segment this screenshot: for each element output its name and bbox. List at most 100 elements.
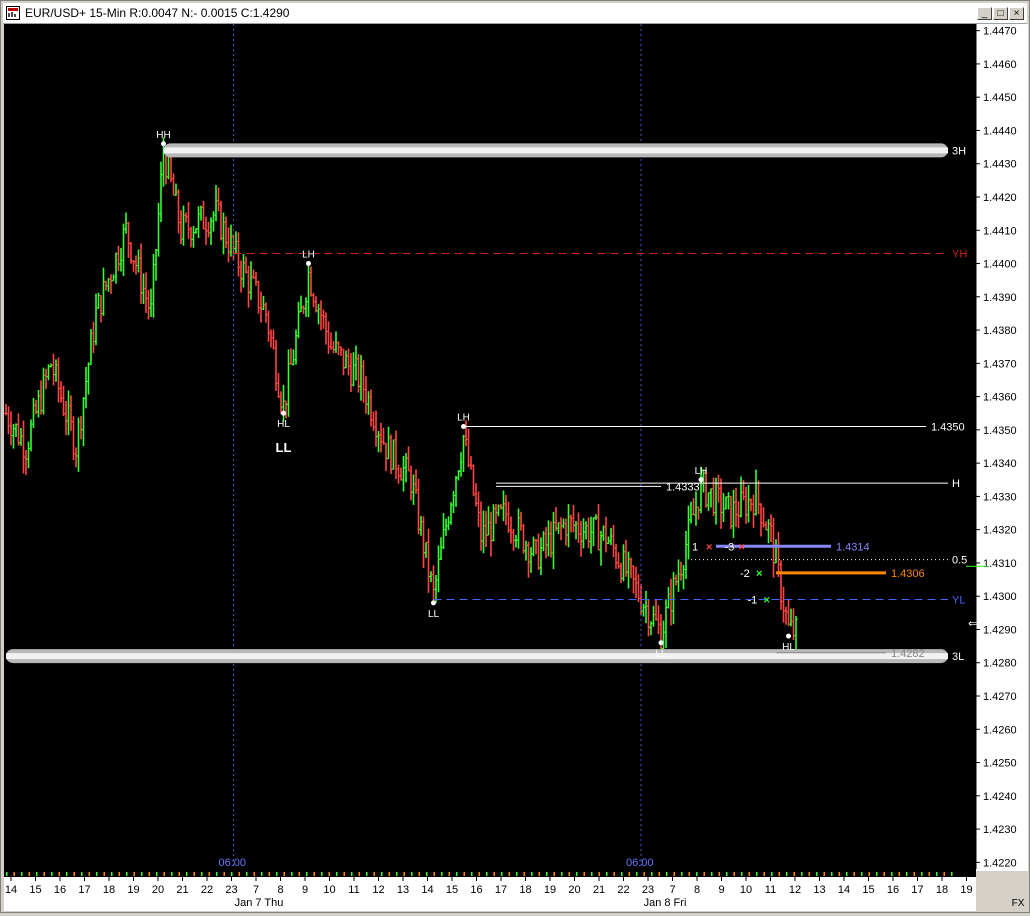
x-tick-label: 9 xyxy=(718,884,724,896)
x-tick-label: 23 xyxy=(642,884,654,896)
swing-label: LL xyxy=(428,609,440,620)
price-chart[interactable]: 1.4470 1.4460 1.4450 1.4440 1.4430 1.4420 1.44… xyxy=(4,24,1028,911)
x-tick-label: 10 xyxy=(740,884,752,896)
volume-tick xyxy=(403,872,405,876)
x-tick-label: 7 xyxy=(253,884,259,896)
volume-tick xyxy=(786,872,788,876)
trade-mark: -2 xyxy=(740,568,750,580)
volume-tick xyxy=(373,872,375,876)
volume-tick xyxy=(643,872,645,876)
x-tick-label: 9 xyxy=(302,884,308,896)
y-tick-label: 1.4470 xyxy=(983,26,1017,38)
x-tick-label: 17 xyxy=(911,884,923,896)
volume-tick xyxy=(81,872,83,876)
x-tick-label: 16 xyxy=(470,884,482,896)
volume-tick xyxy=(141,872,143,876)
y-tick-label: 1.4450 xyxy=(983,92,1017,104)
volume-tick xyxy=(771,872,773,876)
volume-tick xyxy=(583,872,585,876)
volume-tick xyxy=(231,872,233,876)
level-label: 3H xyxy=(952,145,966,157)
volume-tick xyxy=(831,872,833,876)
trade-mark: -3 xyxy=(725,541,735,553)
x-tick-label: 11 xyxy=(765,884,776,896)
volume-tick xyxy=(268,872,270,876)
volume-tick xyxy=(651,872,653,876)
volume-tick xyxy=(673,872,675,876)
volume-tick xyxy=(666,872,668,876)
x-tick-label: 20 xyxy=(568,884,580,896)
volume-tick xyxy=(448,872,450,876)
x-tick-label: 14 xyxy=(838,884,850,896)
x-tick-label: 23 xyxy=(225,884,237,896)
x-tick-label: 8 xyxy=(694,884,700,896)
y-tick-label: 1.4390 xyxy=(983,292,1017,304)
swing-label-major: LL xyxy=(276,440,292,455)
x-tick-label: 15 xyxy=(29,884,41,896)
level-label: YH xyxy=(952,249,967,261)
volume-tick xyxy=(598,872,600,876)
volume-tick xyxy=(201,872,203,876)
x-tick-label: 19 xyxy=(544,884,556,896)
x-tick-label: 22 xyxy=(617,884,629,896)
volume-tick xyxy=(43,872,45,876)
volume-tick xyxy=(711,872,713,876)
volume-tick xyxy=(913,872,915,876)
volume-tick xyxy=(441,872,443,876)
volume-tick xyxy=(531,872,533,876)
chart-window: EUR/USD+ 15-Min R:0.0047 N:- 0.0015 C:1.… xyxy=(0,0,1030,913)
volume-tick xyxy=(621,872,623,876)
close-button[interactable]: × xyxy=(1009,7,1024,20)
title-bar[interactable]: EUR/USD+ 15-Min R:0.0047 N:- 0.0015 C:1.… xyxy=(3,3,1027,24)
volume-tick xyxy=(553,872,555,876)
y-tick-label: 1.4230 xyxy=(983,824,1017,836)
session-label: 06:00 xyxy=(626,857,654,869)
x-tick-label: 14 xyxy=(421,884,433,896)
minimize-button[interactable]: _ xyxy=(977,7,992,20)
x-tick-label: 18 xyxy=(519,884,531,896)
y-tick-label: 1.4330 xyxy=(983,491,1017,503)
volume-tick xyxy=(516,872,518,876)
volume-tick xyxy=(261,872,263,876)
volume-tick xyxy=(298,872,300,876)
level-band-highlight xyxy=(163,147,948,154)
x-tick-label: 8 xyxy=(277,884,283,896)
volume-tick xyxy=(538,872,540,876)
volume-tick xyxy=(471,872,473,876)
volume-tick xyxy=(763,872,765,876)
maximize-button[interactable]: □ xyxy=(993,7,1008,20)
swing-label: LH xyxy=(457,413,470,424)
volume-tick xyxy=(726,872,728,876)
volume-tick xyxy=(756,872,758,876)
volume-tick xyxy=(51,872,53,876)
price-label: 1.4350 xyxy=(931,422,965,434)
volume-tick xyxy=(238,872,240,876)
volume-tick xyxy=(943,872,945,876)
swing-point xyxy=(786,633,791,639)
volume-tick xyxy=(493,872,495,876)
volume-tick xyxy=(463,872,465,876)
volume-tick xyxy=(568,872,570,876)
volume-tick xyxy=(523,872,525,876)
y-tick-label: 1.4290 xyxy=(983,624,1017,636)
volume-tick xyxy=(118,872,120,876)
volume-tick xyxy=(628,872,630,876)
x-tick-label: 14 xyxy=(5,884,17,896)
volume-tick xyxy=(358,872,360,876)
volume-tick xyxy=(186,872,188,876)
trade-x-marker: × xyxy=(739,541,745,553)
volume-tick xyxy=(696,872,698,876)
x-tick-label: 13 xyxy=(813,884,825,896)
price-label: 1.4306 xyxy=(891,568,925,580)
volume-tick xyxy=(546,872,548,876)
x-tick-label: 13 xyxy=(397,884,409,896)
volume-tick xyxy=(381,872,383,876)
swing-point xyxy=(281,410,286,416)
chart-area[interactable]: 1.4470 1.4460 1.4450 1.4440 1.4430 1.4420 1.44… xyxy=(4,24,1028,911)
level-band-highlight xyxy=(6,653,948,660)
trade-mark: -1 xyxy=(748,595,758,607)
volume-tick xyxy=(126,872,128,876)
volume-tick xyxy=(366,872,368,876)
volume-tick xyxy=(681,872,683,876)
y-tick-label: 1.4250 xyxy=(983,758,1017,770)
